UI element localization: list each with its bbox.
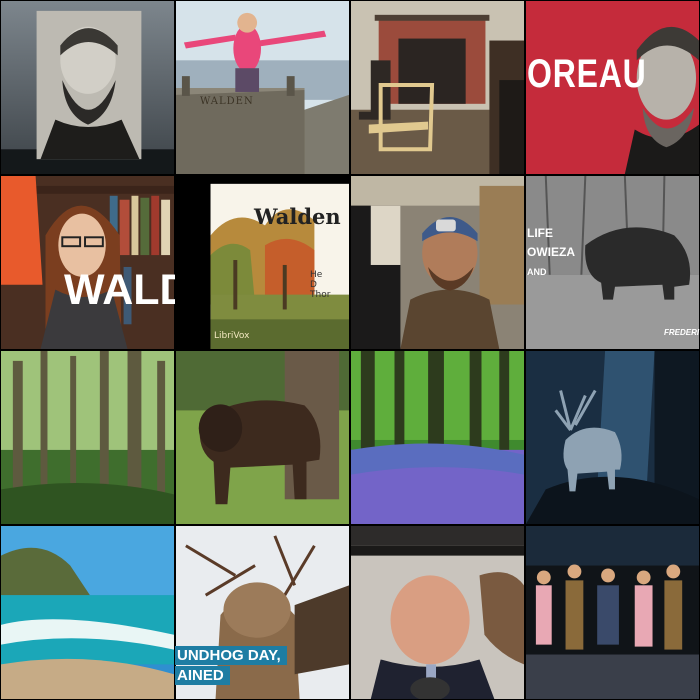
thumbnail-bison-forest[interactable]	[175, 350, 350, 525]
wildlife-credit: FREDERI	[664, 328, 700, 337]
wildlife-title-line-1: LIFE	[527, 226, 553, 240]
stag-image	[526, 351, 699, 524]
thumbnail-polka-performance[interactable]	[525, 525, 700, 700]
reader-video-title: WALD	[64, 266, 191, 314]
thumbnail-summit-celebration[interactable]	[175, 0, 350, 175]
audiobook-subtitle: He D Thor	[310, 270, 331, 300]
cabin-image	[351, 1, 524, 174]
stage-performance-image	[526, 526, 699, 699]
groundhog-title-line-1: UNDHOG DAY,	[175, 646, 287, 665]
thumbnail-bluebell-woods[interactable]	[350, 350, 525, 525]
thumbnail-tropical-beach[interactable]	[0, 525, 175, 700]
handler-image	[351, 526, 524, 699]
reader-image	[1, 176, 174, 349]
audiobook-publisher: LibriVox	[214, 331, 250, 341]
thumbnail-sunlit-forest[interactable]	[0, 350, 175, 525]
thumbnail-wildlife-documentary[interactable]	[525, 175, 700, 350]
thumbnail-groundhog-handler[interactable]	[350, 525, 525, 700]
thumbnail-man-with-headlamp[interactable]	[350, 175, 525, 350]
bluebell-forest-image	[351, 351, 524, 524]
video-thumbnail-grid: WALDEN OREAU WALD Walden He D Thor Libri…	[0, 0, 700, 700]
wildlife-title-line-2: OWIEZA	[527, 245, 575, 259]
summit-sign-text: WALDEN	[200, 96, 254, 107]
forest-image	[1, 351, 174, 524]
portrait-image	[1, 1, 174, 174]
bison-monochrome-image	[526, 176, 699, 349]
thumbnail-stag-illustration[interactable]	[525, 350, 700, 525]
thumbnail-cabin-interior[interactable]	[350, 0, 525, 175]
man-headlamp-image	[351, 176, 524, 349]
wildlife-title-line-3: AND	[527, 267, 547, 277]
bison-image	[176, 351, 349, 524]
thumbnail-reader-video[interactable]	[0, 175, 175, 350]
summit-image	[176, 1, 349, 174]
thumbnail-thoreau-portrait[interactable]	[0, 0, 175, 175]
banner-text: OREAU	[527, 52, 647, 96]
audiobook-title: Walden	[254, 204, 341, 229]
beach-image	[1, 526, 174, 699]
audiobook-cover-image	[176, 176, 349, 349]
groundhog-title-line-2: AINED	[175, 666, 230, 685]
thumbnail-walden-audiobook[interactable]	[175, 175, 350, 350]
